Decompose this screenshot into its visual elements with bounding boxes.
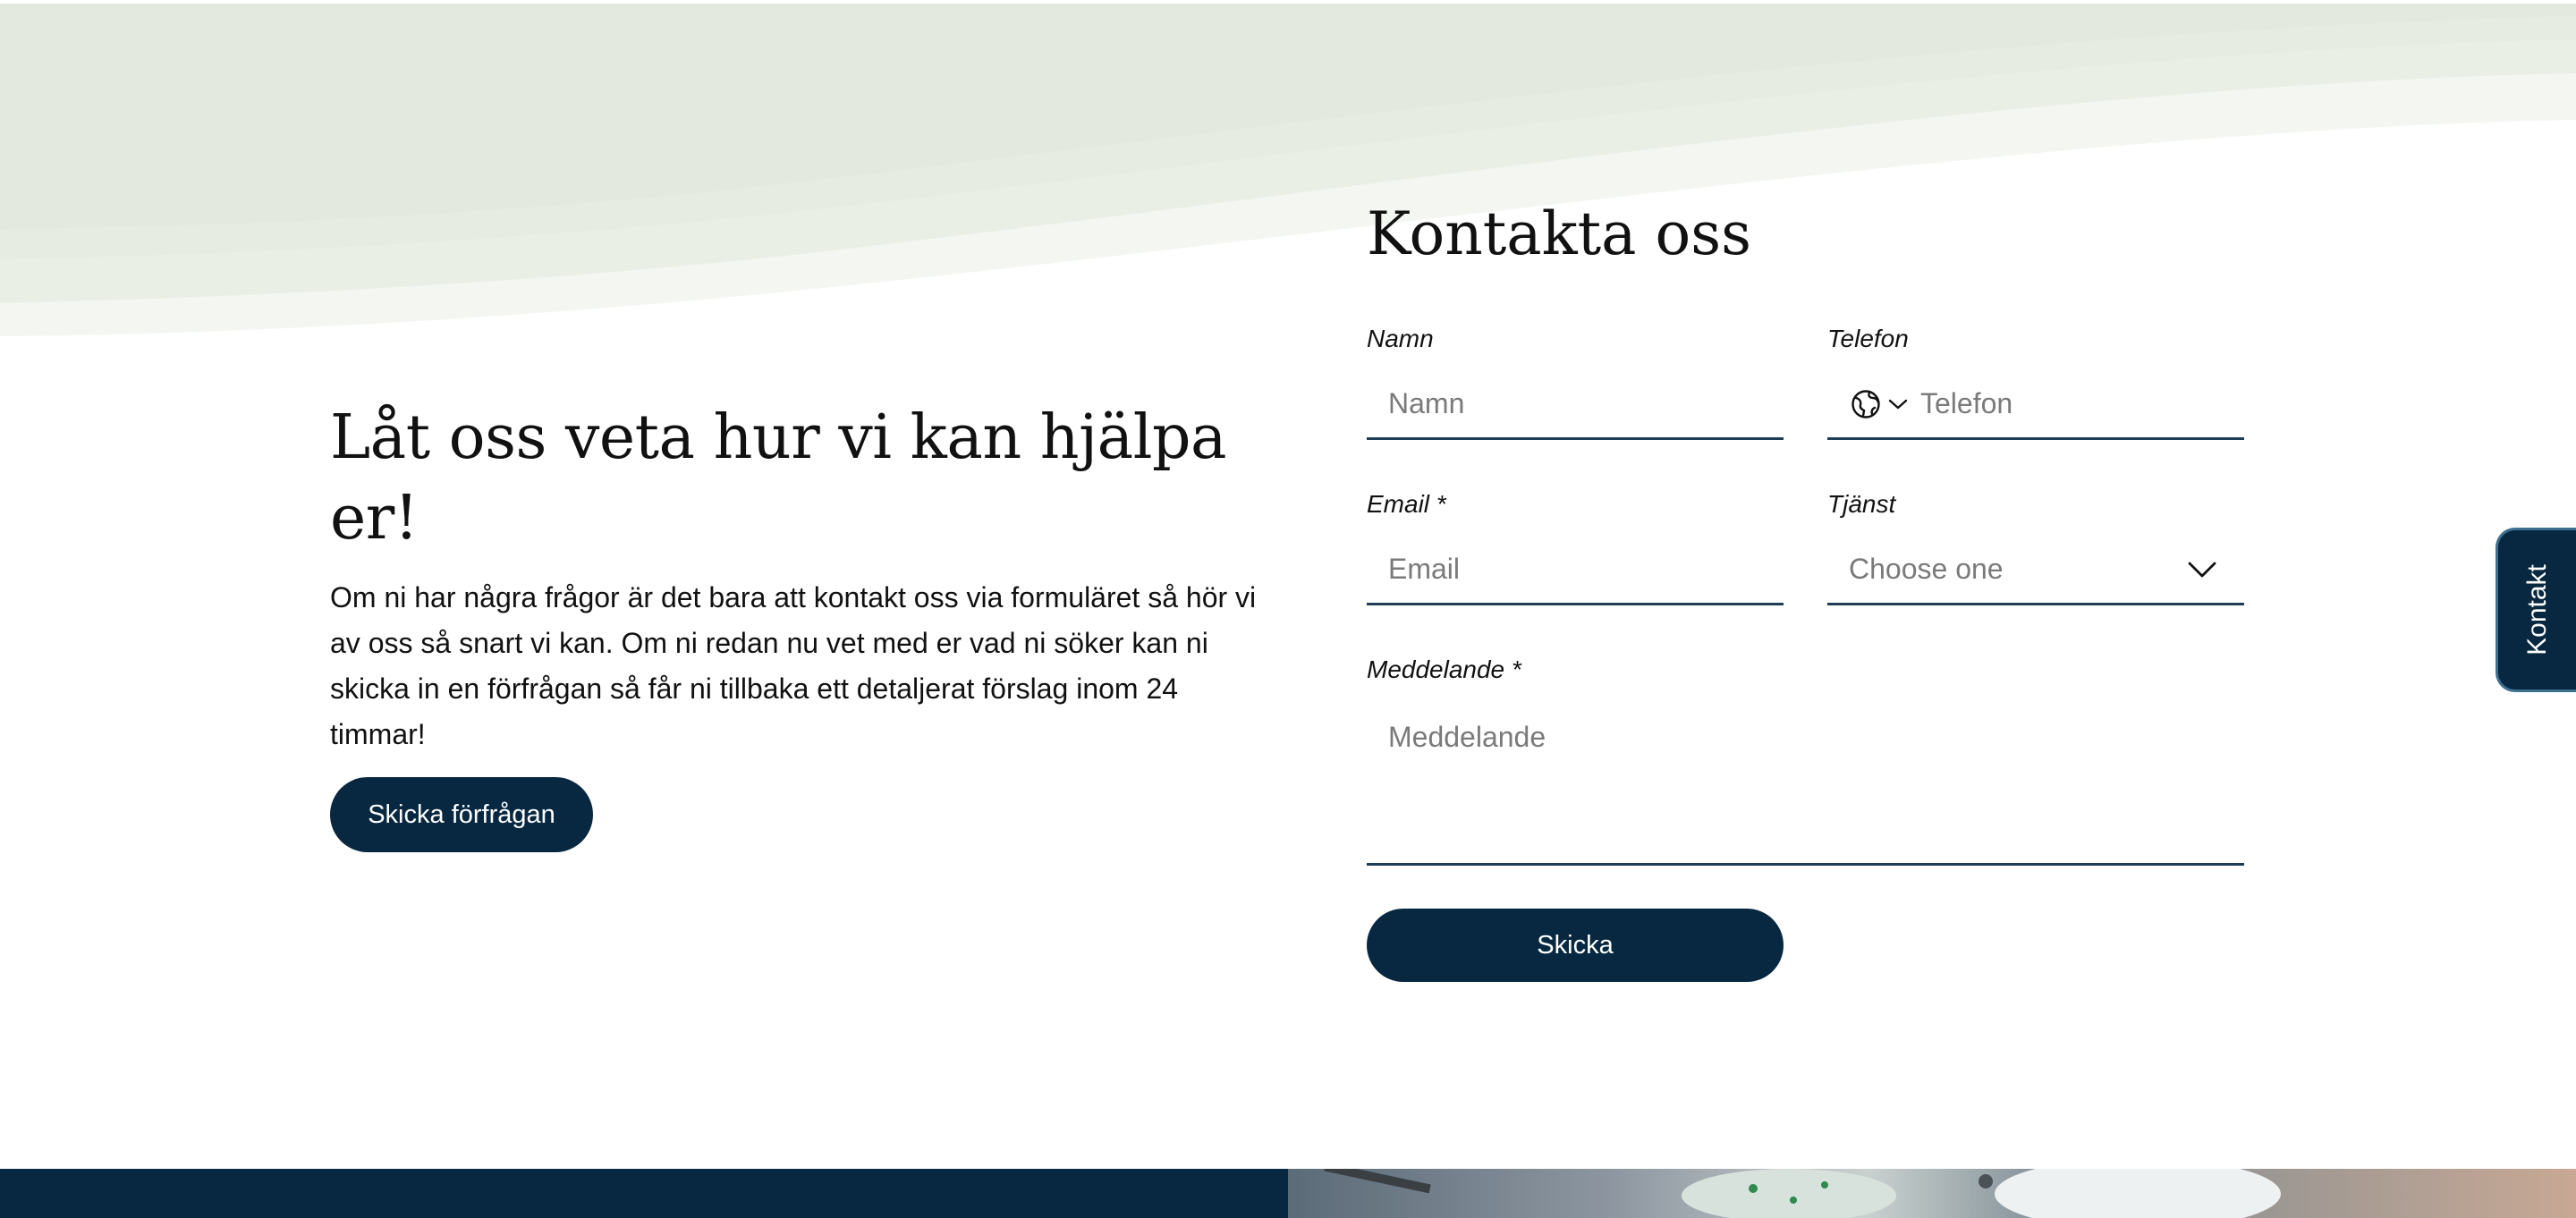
- phone-field: Telefon: [1827, 324, 2244, 440]
- phone-input[interactable]: [1908, 370, 2244, 437]
- chevron-down-icon: [1888, 399, 1908, 409]
- decorative-wave-background: [0, 4, 2576, 336]
- message-label: Meddelande *: [1367, 656, 1521, 683]
- email-input[interactable]: [1367, 536, 1784, 603]
- service-select[interactable]: Choose one: [1827, 536, 2244, 605]
- name-field: Namn: [1367, 324, 1784, 440]
- service-selected-value: Choose one: [1849, 553, 2004, 585]
- footer-dark-panel: [0, 1169, 1288, 1218]
- email-input-wrapper: [1367, 536, 1784, 605]
- message-field: Meddelande *: [1367, 655, 2244, 866]
- country-code-selector[interactable]: [1827, 389, 1908, 419]
- side-tab-label: Kontakt: [2521, 564, 2552, 656]
- phone-input-wrapper: [1827, 370, 2244, 440]
- globe-icon: [1852, 389, 1880, 419]
- email-field: Email *: [1367, 489, 1784, 605]
- contact-side-tab[interactable]: Kontakt: [2496, 528, 2576, 692]
- submit-button[interactable]: Skicka: [1367, 909, 1784, 982]
- name-input-wrapper: [1367, 370, 1784, 440]
- footer-photo: [1288, 1169, 2576, 1218]
- email-label: Email *: [1367, 490, 1446, 518]
- name-input[interactable]: [1367, 370, 1784, 437]
- send-request-button[interactable]: Skicka förfrågan: [330, 777, 593, 852]
- service-label: Tjänst: [1827, 490, 1896, 518]
- intro-text: Om ni har några frågor är det bara att k…: [330, 581, 1257, 750]
- phone-label: Telefon: [1827, 325, 1909, 352]
- chevron-down-icon: [2188, 562, 2216, 577]
- name-label: Namn: [1367, 325, 1434, 352]
- service-field: Tjänst Choose one: [1827, 489, 2244, 605]
- message-textarea[interactable]: [1367, 701, 2244, 863]
- form-title: Kontakta oss: [1367, 199, 1751, 268]
- message-input-wrapper: [1367, 701, 2244, 866]
- section-heading: Låt oss veta hur vi kan hjälpa er!: [330, 402, 1227, 554]
- contact-intro-section: Låt oss veta hur vi kan hjälpa er! Om ni…: [330, 398, 1278, 852]
